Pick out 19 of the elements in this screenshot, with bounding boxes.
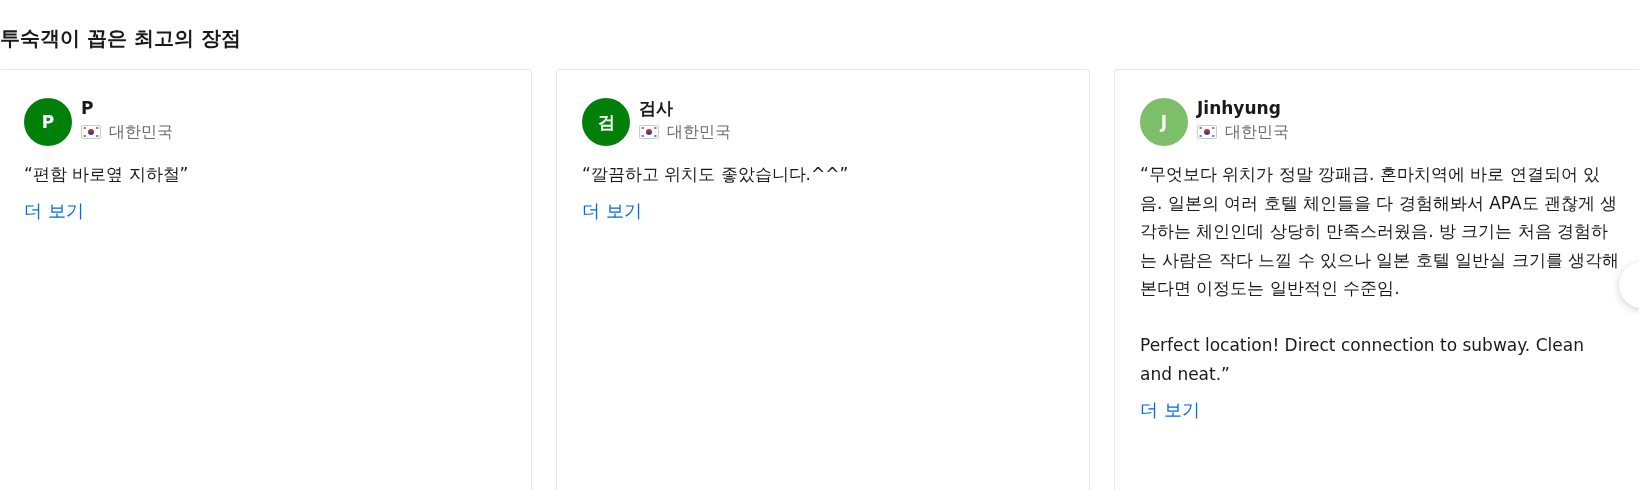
country-name: 대한민국 bbox=[109, 121, 173, 143]
reviewer-name: Jinhyung bbox=[1197, 97, 1282, 120]
korea-flag-icon bbox=[639, 125, 659, 139]
korea-flag-icon bbox=[1197, 125, 1217, 139]
read-more-link[interactable]: 더 보기 bbox=[24, 196, 84, 225]
country-name: 대한민국 bbox=[1225, 121, 1289, 143]
review-text: “무엇보다 위치가 정말 깡패급. 혼마치역에 바로 연결되어 있음. 일본의 여러 호텔 체인들을 다 경험해봐서 APA도 괜찮게 생각하는 체인인데 상당히 만족스러웠음. 방 크기는 처음 경험하는 사람은 작다 느낄 수 있으나 일본 호텔 일반실 크기를 생각해 본다면 이정도는 일반적인 수준임. Perfect location! Direct connection to subway. Clean and neat.” bbox=[1140, 163, 1621, 386]
review-text: “깔끔하고 위치도 좋았습니다.^^” bbox=[582, 163, 850, 186]
reviewer-name: 검사 bbox=[639, 97, 674, 120]
section-title: 투숙객이 꼽은 최고의 장점 bbox=[0, 25, 242, 52]
review-text: “편함 바로옆 지하철” bbox=[24, 163, 190, 186]
reviewer-name: P bbox=[81, 97, 95, 120]
country-name: 대한민국 bbox=[667, 121, 731, 143]
avatar: 검 bbox=[582, 98, 630, 146]
avatar: P bbox=[24, 98, 72, 146]
read-more-link[interactable]: 더 보기 bbox=[1140, 396, 1200, 424]
read-more-link[interactable]: 더 보기 bbox=[582, 196, 642, 225]
korea-flag-icon bbox=[81, 125, 101, 139]
avatar: J bbox=[1140, 98, 1188, 146]
